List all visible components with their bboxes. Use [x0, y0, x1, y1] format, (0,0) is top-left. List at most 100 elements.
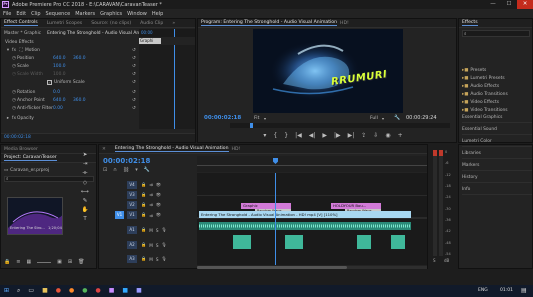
track-eye-icon[interactable]: 👁 — [156, 182, 161, 188]
position-x-value[interactable]: 640.0 — [53, 56, 73, 61]
a1-audio-clip[interactable] — [199, 222, 411, 230]
project-title[interactable]: Project: CaravanTeaser — [4, 155, 57, 161]
timeline-horizontal-scrollbar[interactable] — [197, 266, 427, 269]
photoshop-taskbar-icon[interactable]: ■ — [122, 287, 128, 295]
chrome-icon[interactable]: ● — [82, 287, 87, 295]
a2-audio-clip-3[interactable] — [357, 235, 371, 249]
timeline-settings-icon[interactable]: 🔧 — [144, 167, 150, 173]
a2-audio-clip-2[interactable] — [285, 235, 303, 249]
track-mute-icon[interactable]: M — [149, 257, 153, 262]
track-label-v2[interactable]: V2 — [127, 200, 137, 209]
add-marker-icon[interactable]: ▾ — [135, 167, 138, 173]
track-select-tool-icon[interactable]: ⇥ — [83, 161, 88, 167]
timeline-ruler[interactable] — [197, 156, 427, 172]
menu-edit[interactable]: Edit — [16, 11, 26, 17]
menu-markers[interactable]: Markers — [75, 11, 95, 17]
timeline-scroll-thumb[interactable] — [197, 266, 347, 269]
tab-audio-clip[interactable]: Audio Clip — [140, 21, 163, 26]
track-sync-icon[interactable]: ⇉ — [149, 192, 153, 197]
zoom-slider[interactable] — [37, 262, 52, 263]
track-lock-icon[interactable]: 🔒 — [141, 242, 146, 248]
reset-icon[interactable]: ↺ — [131, 106, 137, 111]
fit-zoom-select[interactable]: Fit — [254, 116, 259, 121]
mark-in-icon[interactable]: { — [273, 132, 277, 139]
menu-window[interactable]: Window — [127, 11, 147, 17]
slip-tool-icon[interactable]: ⟷ — [81, 189, 89, 195]
track-eye-icon[interactable]: 👁 — [156, 202, 161, 208]
panel-libraries[interactable]: Libraries — [462, 149, 532, 159]
menu-clip[interactable]: Clip — [31, 11, 40, 17]
fit-dropdown-icon[interactable]: ▾ — [264, 116, 266, 121]
windows-start-icon[interactable]: ⊞ — [4, 287, 9, 295]
new-item-icon[interactable]: ⊞ — [68, 259, 72, 267]
wrench-settings-icon[interactable]: 🔧 — [394, 115, 400, 121]
menu-file[interactable]: File — [3, 11, 11, 17]
lock-icon[interactable]: 🔒 — [4, 259, 10, 267]
minimize-button[interactable]: — — [485, 0, 501, 9]
track-lock-icon[interactable]: 🔒 — [141, 192, 146, 198]
track-mute-icon[interactable]: M — [149, 243, 153, 248]
step-back-icon[interactable]: ◀| — [309, 132, 316, 139]
pen-tool-icon[interactable]: ✎ — [83, 198, 88, 204]
program-current-timecode[interactable]: 00:00:02:18 — [204, 115, 241, 121]
resolution-select[interactable]: Full — [370, 116, 378, 121]
panel-markers[interactable]: Markers — [462, 161, 532, 171]
track-mic-icon[interactable]: 🎙 — [162, 242, 167, 248]
effects-item-presets[interactable]: ▸■ Presets — [462, 66, 486, 74]
icon-view-icon[interactable]: ▦ — [26, 259, 31, 267]
track-lock-icon[interactable]: 🔒 — [141, 182, 146, 188]
track-label-a1[interactable]: A1 — [127, 226, 137, 234]
go-to-out-icon[interactable]: ▶| — [348, 132, 355, 139]
tab-media-browser[interactable]: Media Browser — [4, 147, 38, 152]
notification-icon[interactable]: ▤ — [521, 287, 527, 294]
browser-icon[interactable]: ● — [56, 287, 61, 295]
project-clip-thumbnail[interactable]: Entering The Stro... 1;20;04 — [7, 197, 63, 235]
tabs-overflow-icon[interactable]: » — [172, 21, 175, 26]
track-label-v1[interactable]: V1 — [127, 211, 137, 219]
ec-keyframe-area[interactable] — [139, 45, 195, 129]
reset-icon[interactable]: ↺ — [131, 98, 137, 103]
after-effects-taskbar-icon[interactable]: ■ — [136, 287, 142, 295]
track-sync-icon[interactable]: ⇉ — [149, 182, 153, 187]
track-label-a3[interactable]: A3 — [127, 255, 137, 263]
language-indicator[interactable]: ENG — [478, 288, 488, 293]
program-scrub-bar[interactable] — [230, 123, 450, 128]
ec-playhead[interactable] — [174, 29, 175, 37]
timeline-playhead-handle[interactable] — [273, 158, 278, 164]
track-lock-icon[interactable]: 🔒 — [141, 212, 146, 218]
reset-icon[interactable]: ↺ — [131, 80, 137, 85]
v1-video-clip[interactable]: Entering The Stronghold - Audio Visual A… — [199, 211, 411, 218]
anchor-y-value[interactable]: 360.0 — [73, 98, 86, 103]
timeline-playhead-line[interactable] — [275, 173, 276, 265]
motion-row[interactable]: ▾ fx ⛶ Motion ↺ — [5, 46, 137, 54]
program-monitor-title[interactable]: Program: Entering The Stronghold - Audio… — [201, 20, 338, 26]
anchor-x-value[interactable]: 640.0 — [53, 98, 73, 103]
motion-transform-icon[interactable]: ⛶ — [17, 47, 25, 53]
linked-selection-icon[interactable]: ⛓ — [123, 167, 129, 173]
track-mute-icon[interactable]: M — [149, 228, 153, 233]
play-button-icon[interactable]: ▶ — [322, 132, 327, 139]
track-label-v3[interactable]: V3 — [127, 190, 137, 199]
position-y-value[interactable]: 360.0 — [73, 56, 86, 61]
razor-tool-icon[interactable]: ◇ — [83, 180, 87, 186]
meter-solo-button[interactable]: S — [433, 258, 436, 263]
add-button-icon[interactable]: + — [398, 132, 403, 139]
ec-graphic-clip-bar[interactable]: Graphi — [139, 38, 161, 44]
media-icon[interactable]: ● — [96, 287, 101, 295]
lift-icon[interactable]: ⇪ — [361, 132, 366, 139]
ec-timecode[interactable]: 00:00:02:18 — [4, 135, 31, 140]
menu-graphics[interactable]: Graphics — [100, 11, 122, 17]
ripple-edit-tool-icon[interactable]: ⟛ — [83, 170, 88, 177]
track-solo-icon[interactable]: S — [156, 257, 159, 262]
reset-icon[interactable]: ↺ — [131, 56, 137, 61]
close-button[interactable]: ✕ — [517, 0, 533, 9]
reset-icon[interactable]: ↺ — [131, 72, 137, 77]
program-playhead[interactable] — [250, 123, 253, 128]
panel-essential-graphics[interactable]: Essential Graphics — [462, 113, 532, 123]
file-explorer-icon[interactable]: ■ — [42, 287, 48, 295]
maximize-button[interactable]: ☐ — [501, 0, 517, 9]
extract-icon[interactable]: ⇩ — [373, 132, 378, 139]
resolution-dropdown-icon[interactable]: ▾ — [382, 116, 384, 121]
tab-lumetri-scopes[interactable]: Lumetri Scopes — [47, 21, 83, 26]
effect-controls-ruler[interactable]: 00:00 — [139, 29, 195, 37]
